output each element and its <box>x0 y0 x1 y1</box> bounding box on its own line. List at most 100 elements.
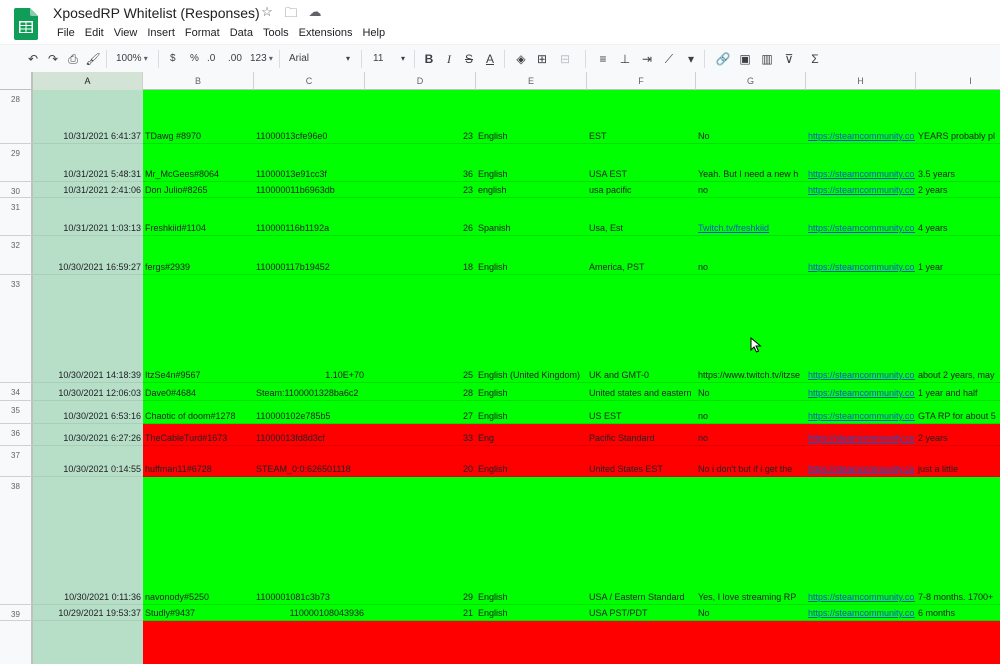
cell-experience[interactable]: 2 years <box>918 184 1000 196</box>
cell-language[interactable]: English <box>478 607 586 619</box>
currency-format-button[interactable]: $ <box>170 50 176 68</box>
table-row[interactable]: 10/30/2021 14:18:39 ItzSe4n#9567 1.10E+70 2… <box>58 275 1000 383</box>
cell-steam-profile[interactable]: https://steamcommunity.com <box>808 168 915 180</box>
cell-stream[interactable]: No <box>698 130 805 142</box>
cell-timezone[interactable]: America, PST <box>589 261 695 273</box>
cell-stream[interactable]: no <box>698 432 805 444</box>
column-a-cell[interactable] <box>33 477 143 605</box>
strikethrough-icon[interactable]: S <box>460 50 478 68</box>
cell-age[interactable]: 21 <box>365 607 473 619</box>
cell-timezone[interactable]: US EST <box>589 410 695 422</box>
column-a-cell[interactable] <box>33 275 143 383</box>
cell-experience[interactable]: 7-8 months. 1700+ <box>918 591 1000 603</box>
cell-language[interactable]: English <box>478 591 586 603</box>
redo-icon[interactable]: ↷ <box>44 50 62 68</box>
table-row[interactable]: 10/30/2021 6:27:26 TheCableTurd#1673 11000… <box>63 424 1000 446</box>
cell-stream[interactable]: no <box>698 261 805 273</box>
row-header[interactable]: 29 <box>0 144 33 182</box>
cell-age[interactable]: 26 <box>365 222 473 234</box>
cell-timezone[interactable]: USA PST/PDT <box>589 607 695 619</box>
cell-experience[interactable]: GTA RP for about 5 <box>918 410 1000 422</box>
cell-experience[interactable]: 1 year <box>918 261 1000 273</box>
cell-timestamp[interactable]: 10/31/2021 1:03:13 <box>33 222 141 234</box>
row-header[interactable]: 33 <box>0 275 33 383</box>
row-header[interactable]: 32 <box>0 236 33 275</box>
cell-steam-id[interactable]: 1.10E+70 <box>256 369 364 381</box>
cell-discord[interactable]: Dave0#4684 <box>145 387 253 399</box>
cell-age[interactable]: 20 <box>365 463 473 475</box>
text-rotation-icon[interactable]: ⟋ <box>660 50 678 68</box>
cell-discord[interactable]: navonody#5250 <box>145 591 253 603</box>
cell-steam-profile[interactable]: https://steamcommunity.com <box>808 607 915 619</box>
insert-comment-icon[interactable]: ▣ <box>736 50 754 68</box>
cell-timezone[interactable]: United States EST <box>589 463 695 475</box>
column-header-i[interactable]: I <box>916 72 1000 90</box>
cell-experience[interactable]: 1 year and half <box>918 387 1000 399</box>
cell-timezone[interactable]: United states and eastern <box>589 387 695 399</box>
cell-steam-profile[interactable]: https://steamcommunity.com <box>808 410 915 422</box>
cell-steam-id[interactable]: 110000011b6963db <box>256 184 364 196</box>
cell-language[interactable]: English <box>478 410 586 422</box>
cell-stream[interactable]: Yeah. But I need a new h <box>698 168 805 180</box>
column-a-cell[interactable] <box>33 621 143 664</box>
decrease-decimal-button[interactable]: .0 <box>207 50 215 68</box>
cell-language[interactable]: English <box>478 261 586 273</box>
chevron-down-icon[interactable]: ▾ <box>401 50 405 68</box>
cloud-status-icon[interactable]: ☁ <box>306 4 324 26</box>
sheets-logo-icon[interactable] <box>14 8 38 40</box>
cell-timestamp[interactable]: 10/31/2021 5:48:31 <box>33 168 141 180</box>
cell-stream[interactable]: Yes, I love streaming RP <box>698 591 805 603</box>
cell-stream[interactable]: No <box>698 607 805 619</box>
cell-steam-id[interactable]: 11000013fd8d3cf <box>256 432 364 444</box>
cell-timestamp[interactable]: 10/30/2021 6:27:26 <box>33 432 141 444</box>
cell-steam-profile[interactable]: https://steamcommunity.com <box>808 463 915 475</box>
row-header[interactable]: 31 <box>0 198 33 236</box>
cell-discord[interactable]: Don Julio#8265 <box>145 184 253 196</box>
cell-steam-profile[interactable]: https://steamcommunity.com <box>808 387 915 399</box>
table-row[interactable]: 10/30/2021 0:11:36 navonody#5250 110000108… <box>64 477 1000 605</box>
cell-language[interactable]: English <box>478 463 586 475</box>
column-header-f[interactable]: F <box>587 72 696 90</box>
cell-age[interactable]: 33 <box>365 432 473 444</box>
cell-stream[interactable]: No i don't but if i get the <box>698 463 805 475</box>
text-color-icon[interactable]: A <box>481 50 499 68</box>
cell-language[interactable]: english <box>478 184 586 196</box>
cell-language[interactable]: English <box>478 387 586 399</box>
cell-timezone[interactable]: Pacific Standard <box>589 432 695 444</box>
percent-format-button[interactable]: % <box>190 50 199 68</box>
font-size-select[interactable]: 11 <box>373 50 383 68</box>
cell-steam-profile[interactable]: https://steamcommunity.com <box>808 222 915 234</box>
cell-discord[interactable]: TheCableTurd#1673 <box>145 432 253 444</box>
cell-discord[interactable]: TDawg #8970 <box>145 130 253 142</box>
table-row[interactable]: 10/31/2021 2:41:06 Don Julio#8265 11000001… <box>63 182 1000 198</box>
row-header[interactable]: 34 <box>0 383 33 401</box>
table-row[interactable]: 10/29/2021 19:53:37 Studly#9437 1100001080… <box>58 605 1000 621</box>
cell-age[interactable]: 27 <box>365 410 473 422</box>
cell-timezone[interactable]: UK and GMT-0 <box>589 369 695 381</box>
column-header-e[interactable]: E <box>476 72 587 90</box>
cell-discord[interactable]: Freshkiid#1104 <box>145 222 253 234</box>
cell-timezone[interactable]: usa pacific <box>589 184 695 196</box>
row-header[interactable]: 37 <box>0 446 33 477</box>
cell-timezone[interactable]: USA EST <box>589 168 695 180</box>
cell-steam-profile[interactable]: https://steamcommunity.com <box>808 130 915 142</box>
menu-edit[interactable]: Edit <box>80 26 109 40</box>
menu-tools[interactable]: Tools <box>258 26 294 40</box>
cell-language[interactable]: English (United Kingdom) <box>478 369 586 381</box>
row-header[interactable]: 39 <box>0 605 33 621</box>
cell-timestamp[interactable]: 10/31/2021 6:41:37 <box>33 130 141 142</box>
cell-discord[interactable]: huffman11#6728 <box>145 463 253 475</box>
move-folder-icon[interactable]: 🗀 <box>282 4 300 26</box>
cell-steam-id[interactable]: 110000116b1192a <box>256 222 364 234</box>
cell-timezone[interactable]: EST <box>589 130 695 142</box>
merge-cells-icon[interactable]: ⊟ <box>556 50 574 68</box>
column-header-d[interactable]: D <box>365 72 476 90</box>
column-header-a[interactable]: A <box>33 72 143 90</box>
cell-steam-id[interactable]: 110000102e785b5 <box>256 410 364 422</box>
cell-experience[interactable]: 6 months <box>918 607 1000 619</box>
menu-format[interactable]: Format <box>180 26 225 40</box>
cell-experience[interactable]: about 2 years, may <box>918 369 1000 381</box>
cell-experience[interactable]: YEARS probably pl <box>918 130 1000 142</box>
table-row[interactable]: 10/30/2021 0:14:55 huffman11#6728 STEAM_0:… <box>63 446 1000 477</box>
cell-timestamp[interactable]: 10/30/2021 0:14:55 <box>33 463 141 475</box>
